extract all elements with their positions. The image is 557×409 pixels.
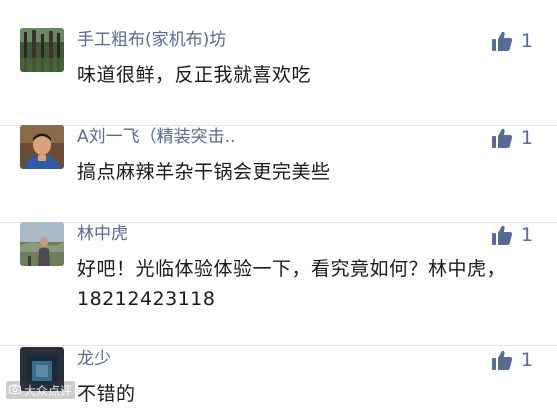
- comment-text: 好吧！光临体验体验一下，看究竟如何？林中虎，18212423118: [77, 258, 507, 310]
- like-count: 1: [520, 127, 533, 149]
- nickname[interactable]: 手工粗布(家机布)坊: [77, 28, 226, 52]
- like-button[interactable]: 1: [491, 347, 533, 373]
- like-count: 1: [520, 349, 533, 371]
- thumbs-up-icon: [491, 127, 513, 149]
- man-avatar-image: [20, 125, 64, 169]
- outdoor-person-avatar-image: [20, 222, 64, 266]
- watermark-text: 大众点评: [24, 383, 73, 398]
- comment-item: 林中虎 好吧！光临体验体验一下，看究竟如何？林中虎，18212423118 1: [0, 222, 557, 346]
- like-button[interactable]: 1: [491, 28, 533, 54]
- thumbs-up-icon: [491, 349, 513, 371]
- avatar[interactable]: [20, 222, 64, 266]
- like-count: 1: [520, 30, 533, 52]
- nickname[interactable]: 林中虎: [77, 222, 128, 246]
- watermark: 大众点评: [6, 381, 76, 399]
- comment-item: 手工粗布(家机布)坊 味道很鲜，反正我就喜欢吃 1: [0, 28, 557, 126]
- nickname[interactable]: 龙少: [77, 347, 111, 371]
- forest-avatar-image: [20, 28, 64, 72]
- nickname[interactable]: A刘一飞（精装突击..: [77, 125, 235, 149]
- comment-text: 味道很鲜，反正我就喜欢吃: [77, 64, 312, 86]
- camera-icon: [9, 383, 21, 397]
- comment-text: 搞点麻辣羊杂干锅会更完美些: [77, 161, 331, 183]
- comment-item: 龙少 不错的 1: [0, 347, 557, 405]
- comment-text: 不错的: [77, 383, 136, 405]
- thumbs-up-icon: [491, 224, 513, 246]
- like-button[interactable]: 1: [491, 125, 533, 151]
- like-button[interactable]: 1: [491, 222, 533, 248]
- thumbs-up-icon: [491, 30, 513, 52]
- avatar[interactable]: [20, 125, 64, 169]
- avatar[interactable]: [20, 28, 64, 72]
- comment-item: A刘一飞（精装突击.. 搞点麻辣羊杂干锅会更完美些 1: [0, 125, 557, 223]
- like-count: 1: [520, 224, 533, 246]
